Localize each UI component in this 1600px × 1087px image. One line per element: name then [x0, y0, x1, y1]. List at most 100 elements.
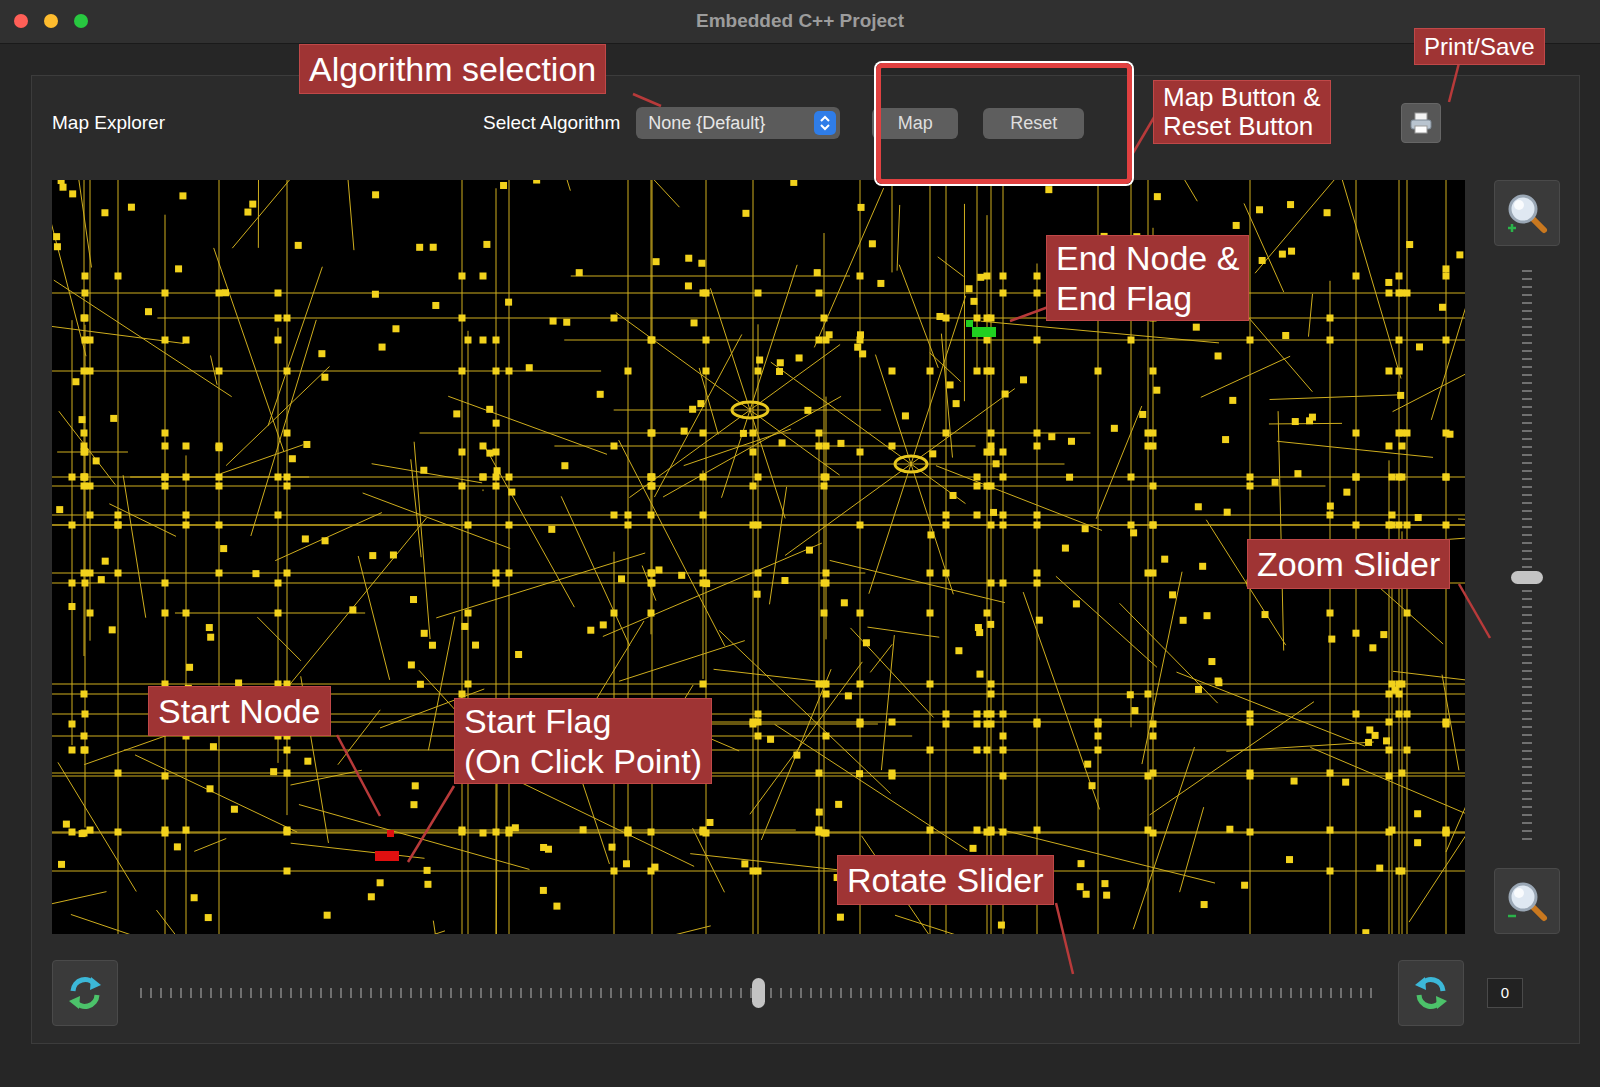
map-node[interactable]	[322, 537, 329, 544]
map-node[interactable]	[493, 474, 500, 481]
map-node[interactable]	[976, 671, 983, 678]
map-node[interactable]	[974, 512, 981, 519]
map-node[interactable]	[174, 843, 181, 850]
map-node[interactable]	[649, 337, 656, 344]
map-node[interactable]	[1204, 612, 1211, 619]
map-node[interactable]	[493, 580, 500, 587]
map-node[interactable]	[1034, 337, 1041, 344]
map-node[interactable]	[821, 483, 828, 490]
map-node[interactable]	[87, 610, 94, 617]
map-node[interactable]	[87, 570, 94, 577]
map-node[interactable]	[927, 827, 934, 834]
map-node[interactable]	[98, 576, 105, 583]
map-node[interactable]	[858, 204, 865, 211]
map-node[interactable]	[115, 522, 122, 529]
map-node[interactable]	[459, 829, 466, 836]
map-node[interactable]	[857, 681, 864, 688]
map-node[interactable]	[1327, 315, 1334, 322]
map-node[interactable]	[823, 733, 830, 740]
map-node[interactable]	[493, 337, 500, 344]
map-node[interactable]	[81, 449, 88, 456]
map-node[interactable]	[755, 733, 762, 740]
map-node[interactable]	[869, 240, 876, 247]
map-node[interactable]	[183, 337, 190, 344]
map-node[interactable]	[678, 572, 685, 579]
map-node[interactable]	[703, 368, 710, 375]
map-node[interactable]	[1386, 443, 1393, 450]
map-node[interactable]	[1145, 691, 1152, 698]
map-node[interactable]	[1034, 570, 1041, 577]
map-node[interactable]	[1201, 901, 1208, 908]
map-node[interactable]	[943, 721, 950, 728]
map-node[interactable]	[1404, 747, 1411, 754]
map-node[interactable]	[480, 337, 487, 344]
map-node[interactable]	[1404, 430, 1411, 437]
map-node[interactable]	[1404, 290, 1411, 297]
map-node[interactable]	[79, 416, 86, 423]
map-node[interactable]	[206, 624, 213, 631]
map-node[interactable]	[205, 914, 212, 921]
map-node[interactable]	[1082, 525, 1089, 532]
map-node[interactable]	[303, 441, 310, 448]
map-node[interactable]	[700, 474, 707, 481]
map-node[interactable]	[506, 474, 513, 481]
map-node[interactable]	[162, 443, 169, 450]
map-node[interactable]	[1002, 391, 1009, 398]
rotate-left-button[interactable]	[52, 960, 118, 1026]
map-node[interactable]	[54, 243, 61, 250]
map-node[interactable]	[1399, 474, 1406, 481]
map-button[interactable]: Map	[872, 108, 958, 139]
map-node[interactable]	[1262, 611, 1269, 618]
map-node[interactable]	[302, 535, 309, 542]
map-node[interactable]	[82, 290, 89, 297]
map-node[interactable]	[1000, 747, 1007, 754]
map-node[interactable]	[284, 430, 291, 437]
map-node[interactable]	[486, 406, 493, 413]
map-node[interactable]	[1150, 368, 1157, 375]
map-node[interactable]	[372, 191, 379, 198]
map-node[interactable]	[755, 719, 762, 726]
map-node[interactable]	[974, 711, 981, 718]
map-node[interactable]	[81, 747, 88, 754]
map-node[interactable]	[700, 681, 707, 688]
map-node[interactable]	[1045, 186, 1052, 193]
map-node[interactable]	[756, 357, 763, 364]
map-node[interactable]	[1291, 778, 1298, 785]
map-node[interactable]	[1256, 206, 1263, 213]
map-node[interactable]	[1150, 483, 1157, 490]
map-node[interactable]	[1150, 522, 1157, 529]
map-node[interactable]	[974, 747, 981, 754]
map-node[interactable]	[1247, 483, 1254, 490]
map-node[interactable]	[625, 522, 632, 529]
map-node[interactable]	[974, 483, 981, 490]
map-node[interactable]	[453, 410, 460, 417]
map-node[interactable]	[755, 474, 762, 481]
map-node[interactable]	[430, 244, 437, 251]
map-node[interactable]	[1128, 337, 1135, 344]
map-node[interactable]	[183, 827, 190, 834]
map-node[interactable]	[1161, 556, 1168, 563]
map-node[interactable]	[648, 483, 655, 490]
map-node[interactable]	[1443, 721, 1450, 728]
map-node[interactable]	[648, 512, 655, 519]
map-node[interactable]	[82, 273, 89, 280]
map-node[interactable]	[162, 610, 169, 617]
map-node[interactable]	[1034, 290, 1041, 297]
map-node[interactable]	[902, 412, 909, 419]
map-node[interactable]	[790, 180, 797, 186]
map-node[interactable]	[318, 350, 325, 357]
map-node[interactable]	[1247, 773, 1254, 780]
map-node[interactable]	[1150, 733, 1157, 740]
map-node[interactable]	[988, 721, 995, 728]
map-node[interactable]	[162, 474, 169, 481]
map-node[interactable]	[102, 558, 109, 565]
map-node[interactable]	[505, 299, 512, 306]
map-node[interactable]	[823, 580, 830, 587]
map-node[interactable]	[1034, 721, 1041, 728]
map-node[interactable]	[244, 209, 251, 216]
map-node[interactable]	[648, 829, 655, 836]
map-node[interactable]	[625, 830, 632, 837]
map-node[interactable]	[1309, 414, 1316, 421]
map-node[interactable]	[82, 315, 89, 322]
map-node[interactable]	[611, 315, 618, 322]
